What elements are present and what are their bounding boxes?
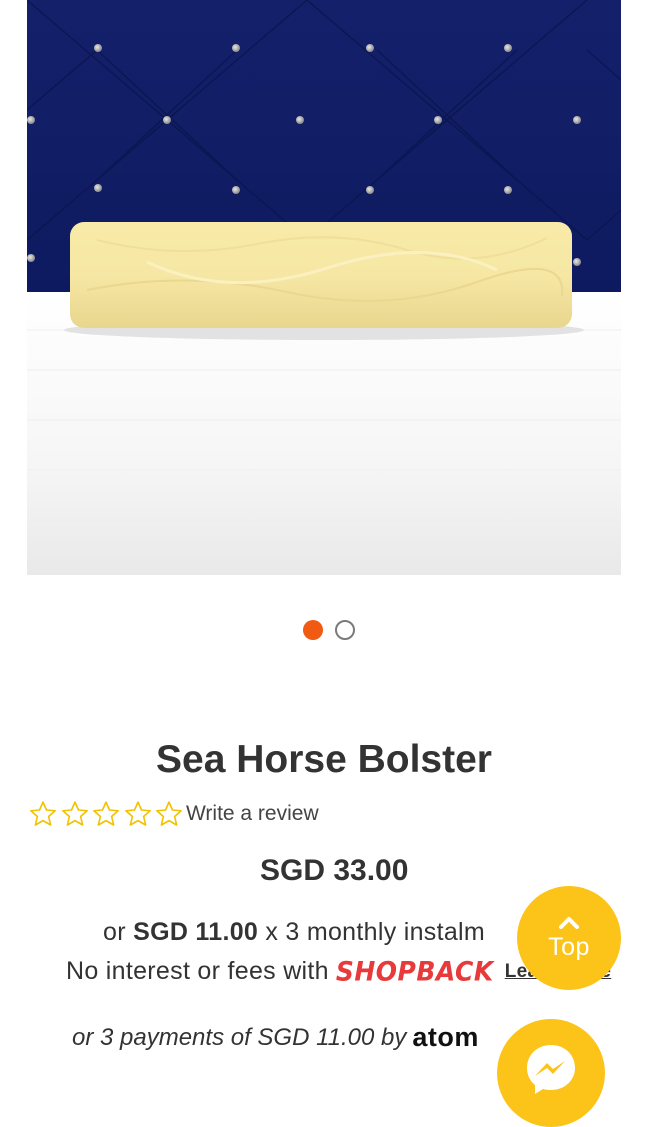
product-title: Sea Horse Bolster	[156, 738, 492, 781]
atome-text: or 3 payments of SGD 11.00 by	[72, 1023, 407, 1051]
instalment-amount: SGD 11.00	[133, 918, 259, 946]
atome-payment-text: or 3 payments of SGD 11.00 by atom	[72, 1022, 479, 1053]
product-image[interactable]	[27, 0, 621, 575]
write-review-link[interactable]: Write a review	[186, 802, 319, 826]
instalment-suffix: x 3 monthly instalm	[265, 918, 486, 946]
instalment-prefix: or	[103, 918, 126, 946]
bolster-photo	[27, 0, 621, 575]
chevron-up-icon	[559, 916, 579, 929]
atome-logo: atom	[412, 1022, 479, 1052]
star-icon[interactable]	[60, 799, 90, 829]
star-icon[interactable]	[28, 799, 58, 829]
carousel-dot-2[interactable]	[335, 620, 355, 640]
shopback-logo: SHOPBACK	[335, 956, 494, 987]
fees-text: No interest or fees with	[66, 957, 329, 985]
rating-row: Write a review	[28, 798, 319, 830]
carousel-dots	[0, 620, 648, 640]
messenger-icon	[527, 1045, 575, 1094]
top-label: Top	[548, 932, 590, 961]
back-to-top-button[interactable]: Top	[517, 886, 621, 990]
star-icon[interactable]	[123, 799, 153, 829]
star-icon[interactable]	[91, 799, 121, 829]
star-icon[interactable]	[154, 799, 184, 829]
shopback-instalment-text: or SGD 11.00 x 3 monthly instalm	[103, 918, 485, 947]
messenger-chat-button[interactable]	[497, 1019, 605, 1127]
product-price: SGD 33.00	[260, 854, 409, 887]
carousel-dot-1[interactable]	[303, 620, 323, 640]
